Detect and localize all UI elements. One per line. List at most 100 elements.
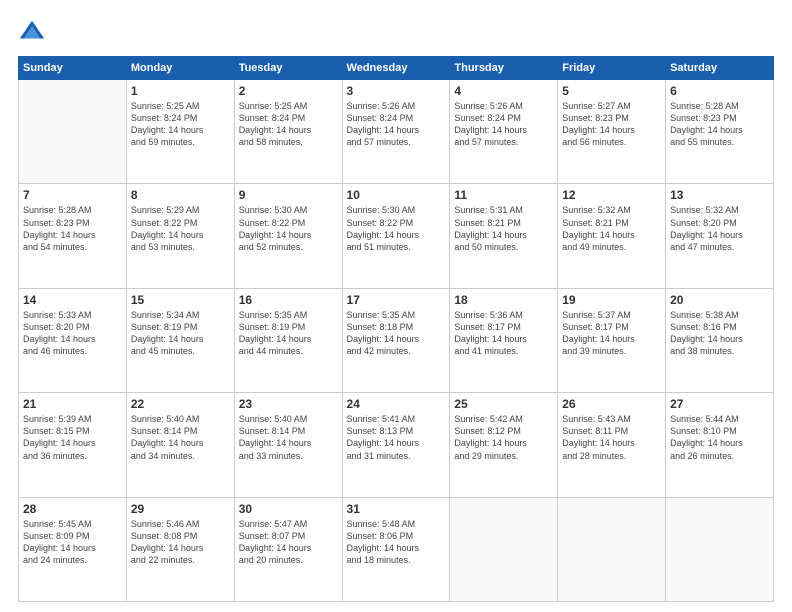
page: SundayMondayTuesdayWednesdayThursdayFrid… xyxy=(0,0,792,612)
cell-info: Sunrise: 5:41 AM Sunset: 8:13 PM Dayligh… xyxy=(347,413,446,462)
calendar-cell: 15Sunrise: 5:34 AM Sunset: 8:19 PM Dayli… xyxy=(126,288,234,392)
calendar-week-row: 7 Sunrise: 5:28 AM Sunset: 8:23 PM Daylig… xyxy=(19,184,774,288)
calendar-day-header: Sunday xyxy=(19,57,127,80)
cell-info: Sunrise: 5:33 AM Sunset: 8:20 PM Dayligh… xyxy=(23,309,122,358)
cell-info: Sunrise: 5:43 AM Sunset: 8:11 PM Dayligh… xyxy=(562,413,661,462)
calendar-cell: 11 Sunrise: 5:31 AM Sunset: 8:21 PM Dayli… xyxy=(450,184,558,288)
day-number: 9 xyxy=(239,188,338,202)
cell-info: Sunrise: 5:35 AM Sunset: 8:18 PM Dayligh… xyxy=(347,309,446,358)
calendar-cell: 9Sunrise: 5:30 AM Sunset: 8:22 PM Daylig… xyxy=(234,184,342,288)
cell-info: Sunrise: 5:31 AM Sunset: 8:21 PM Dayligh… xyxy=(454,204,553,253)
cell-info: Sunrise: 5:46 AM Sunset: 8:08 PM Dayligh… xyxy=(131,518,230,567)
day-number: 13 xyxy=(670,188,769,202)
cell-info: Sunrise: 5:25 AM Sunset: 8:24 PM Dayligh… xyxy=(239,100,338,149)
day-number: 26 xyxy=(562,397,661,411)
day-number: 14 xyxy=(23,293,122,307)
cell-info: Sunrise: 5:32 AM Sunset: 8:21 PM Dayligh… xyxy=(562,204,661,253)
day-number: 7 xyxy=(23,188,122,202)
cell-info: Sunrise: 5:36 AM Sunset: 8:17 PM Dayligh… xyxy=(454,309,553,358)
calendar-cell: 17 Sunrise: 5:35 AM Sunset: 8:18 PM Dayli… xyxy=(342,288,450,392)
cell-info: Sunrise: 5:25 AM Sunset: 8:24 PM Dayligh… xyxy=(131,100,230,149)
calendar-cell: 18Sunrise: 5:36 AM Sunset: 8:17 PM Dayli… xyxy=(450,288,558,392)
calendar-cell: 7 Sunrise: 5:28 AM Sunset: 8:23 PM Daylig… xyxy=(19,184,127,288)
calendar-week-row: 21 Sunrise: 5:39 AM Sunset: 8:15 PM Dayli… xyxy=(19,393,774,497)
calendar-cell: 30 Sunrise: 5:47 AM Sunset: 8:07 PM Dayli… xyxy=(234,497,342,601)
calendar-cell xyxy=(558,497,666,601)
day-number: 19 xyxy=(562,293,661,307)
day-number: 25 xyxy=(454,397,553,411)
cell-info: Sunrise: 5:38 AM Sunset: 8:16 PM Dayligh… xyxy=(670,309,769,358)
calendar-cell xyxy=(19,80,127,184)
day-number: 6 xyxy=(670,84,769,98)
cell-info: Sunrise: 5:37 AM Sunset: 8:17 PM Dayligh… xyxy=(562,309,661,358)
calendar-cell: 27 Sunrise: 5:44 AM Sunset: 8:10 PM Dayli… xyxy=(666,393,774,497)
day-number: 31 xyxy=(347,502,446,516)
logo-icon xyxy=(18,18,46,46)
day-number: 2 xyxy=(239,84,338,98)
cell-info: Sunrise: 5:48 AM Sunset: 8:06 PM Dayligh… xyxy=(347,518,446,567)
day-number: 5 xyxy=(562,84,661,98)
day-number: 3 xyxy=(347,84,446,98)
calendar-cell: 24 Sunrise: 5:41 AM Sunset: 8:13 PM Dayli… xyxy=(342,393,450,497)
day-number: 24 xyxy=(347,397,446,411)
day-number: 10 xyxy=(347,188,446,202)
calendar-week-row: 1Sunrise: 5:25 AM Sunset: 8:24 PM Daylig… xyxy=(19,80,774,184)
day-number: 11 xyxy=(454,188,553,202)
cell-info: Sunrise: 5:26 AM Sunset: 8:24 PM Dayligh… xyxy=(454,100,553,149)
calendar-header-row: SundayMondayTuesdayWednesdayThursdayFrid… xyxy=(19,57,774,80)
calendar-cell: 2 Sunrise: 5:25 AM Sunset: 8:24 PM Daylig… xyxy=(234,80,342,184)
day-number: 22 xyxy=(131,397,230,411)
day-number: 17 xyxy=(347,293,446,307)
calendar-cell: 12 Sunrise: 5:32 AM Sunset: 8:21 PM Dayli… xyxy=(558,184,666,288)
cell-info: Sunrise: 5:32 AM Sunset: 8:20 PM Dayligh… xyxy=(670,204,769,253)
calendar-cell: 29 Sunrise: 5:46 AM Sunset: 8:08 PM Dayli… xyxy=(126,497,234,601)
calendar-cell: 31 Sunrise: 5:48 AM Sunset: 8:06 PM Dayli… xyxy=(342,497,450,601)
day-number: 21 xyxy=(23,397,122,411)
calendar-cell: 1Sunrise: 5:25 AM Sunset: 8:24 PM Daylig… xyxy=(126,80,234,184)
cell-info: Sunrise: 5:40 AM Sunset: 8:14 PM Dayligh… xyxy=(131,413,230,462)
calendar-day-header: Wednesday xyxy=(342,57,450,80)
cell-info: Sunrise: 5:28 AM Sunset: 8:23 PM Dayligh… xyxy=(23,204,122,253)
cell-info: Sunrise: 5:40 AM Sunset: 8:14 PM Dayligh… xyxy=(239,413,338,462)
day-number: 4 xyxy=(454,84,553,98)
cell-info: Sunrise: 5:26 AM Sunset: 8:24 PM Dayligh… xyxy=(347,100,446,149)
day-number: 20 xyxy=(670,293,769,307)
day-number: 16 xyxy=(239,293,338,307)
cell-info: Sunrise: 5:39 AM Sunset: 8:15 PM Dayligh… xyxy=(23,413,122,462)
day-number: 30 xyxy=(239,502,338,516)
calendar-table: SundayMondayTuesdayWednesdayThursdayFrid… xyxy=(18,56,774,602)
cell-info: Sunrise: 5:45 AM Sunset: 8:09 PM Dayligh… xyxy=(23,518,122,567)
calendar-cell: 5 Sunrise: 5:27 AM Sunset: 8:23 PM Daylig… xyxy=(558,80,666,184)
calendar-cell xyxy=(450,497,558,601)
calendar-day-header: Saturday xyxy=(666,57,774,80)
calendar-cell: 10Sunrise: 5:30 AM Sunset: 8:22 PM Dayli… xyxy=(342,184,450,288)
calendar-cell: 23 Sunrise: 5:40 AM Sunset: 8:14 PM Dayli… xyxy=(234,393,342,497)
header xyxy=(18,18,774,46)
calendar-cell: 20 Sunrise: 5:38 AM Sunset: 8:16 PM Dayli… xyxy=(666,288,774,392)
calendar-day-header: Friday xyxy=(558,57,666,80)
calendar-week-row: 14 Sunrise: 5:33 AM Sunset: 8:20 PM Dayli… xyxy=(19,288,774,392)
cell-info: Sunrise: 5:47 AM Sunset: 8:07 PM Dayligh… xyxy=(239,518,338,567)
calendar-day-header: Thursday xyxy=(450,57,558,80)
cell-info: Sunrise: 5:44 AM Sunset: 8:10 PM Dayligh… xyxy=(670,413,769,462)
logo xyxy=(18,18,48,46)
calendar-cell: 14 Sunrise: 5:33 AM Sunset: 8:20 PM Dayli… xyxy=(19,288,127,392)
calendar-day-header: Tuesday xyxy=(234,57,342,80)
day-number: 12 xyxy=(562,188,661,202)
calendar-cell: 22 Sunrise: 5:40 AM Sunset: 8:14 PM Dayli… xyxy=(126,393,234,497)
cell-info: Sunrise: 5:27 AM Sunset: 8:23 PM Dayligh… xyxy=(562,100,661,149)
calendar-cell: 13 Sunrise: 5:32 AM Sunset: 8:20 PM Dayli… xyxy=(666,184,774,288)
calendar-cell: 6Sunrise: 5:28 AM Sunset: 8:23 PM Daylig… xyxy=(666,80,774,184)
cell-info: Sunrise: 5:29 AM Sunset: 8:22 PM Dayligh… xyxy=(131,204,230,253)
calendar-cell: 4 Sunrise: 5:26 AM Sunset: 8:24 PM Daylig… xyxy=(450,80,558,184)
calendar-day-header: Monday xyxy=(126,57,234,80)
day-number: 23 xyxy=(239,397,338,411)
day-number: 29 xyxy=(131,502,230,516)
calendar-cell: 21 Sunrise: 5:39 AM Sunset: 8:15 PM Dayli… xyxy=(19,393,127,497)
cell-info: Sunrise: 5:42 AM Sunset: 8:12 PM Dayligh… xyxy=(454,413,553,462)
cell-info: Sunrise: 5:35 AM Sunset: 8:19 PM Dayligh… xyxy=(239,309,338,358)
day-number: 8 xyxy=(131,188,230,202)
day-number: 28 xyxy=(23,502,122,516)
cell-info: Sunrise: 5:34 AM Sunset: 8:19 PM Dayligh… xyxy=(131,309,230,358)
day-number: 27 xyxy=(670,397,769,411)
